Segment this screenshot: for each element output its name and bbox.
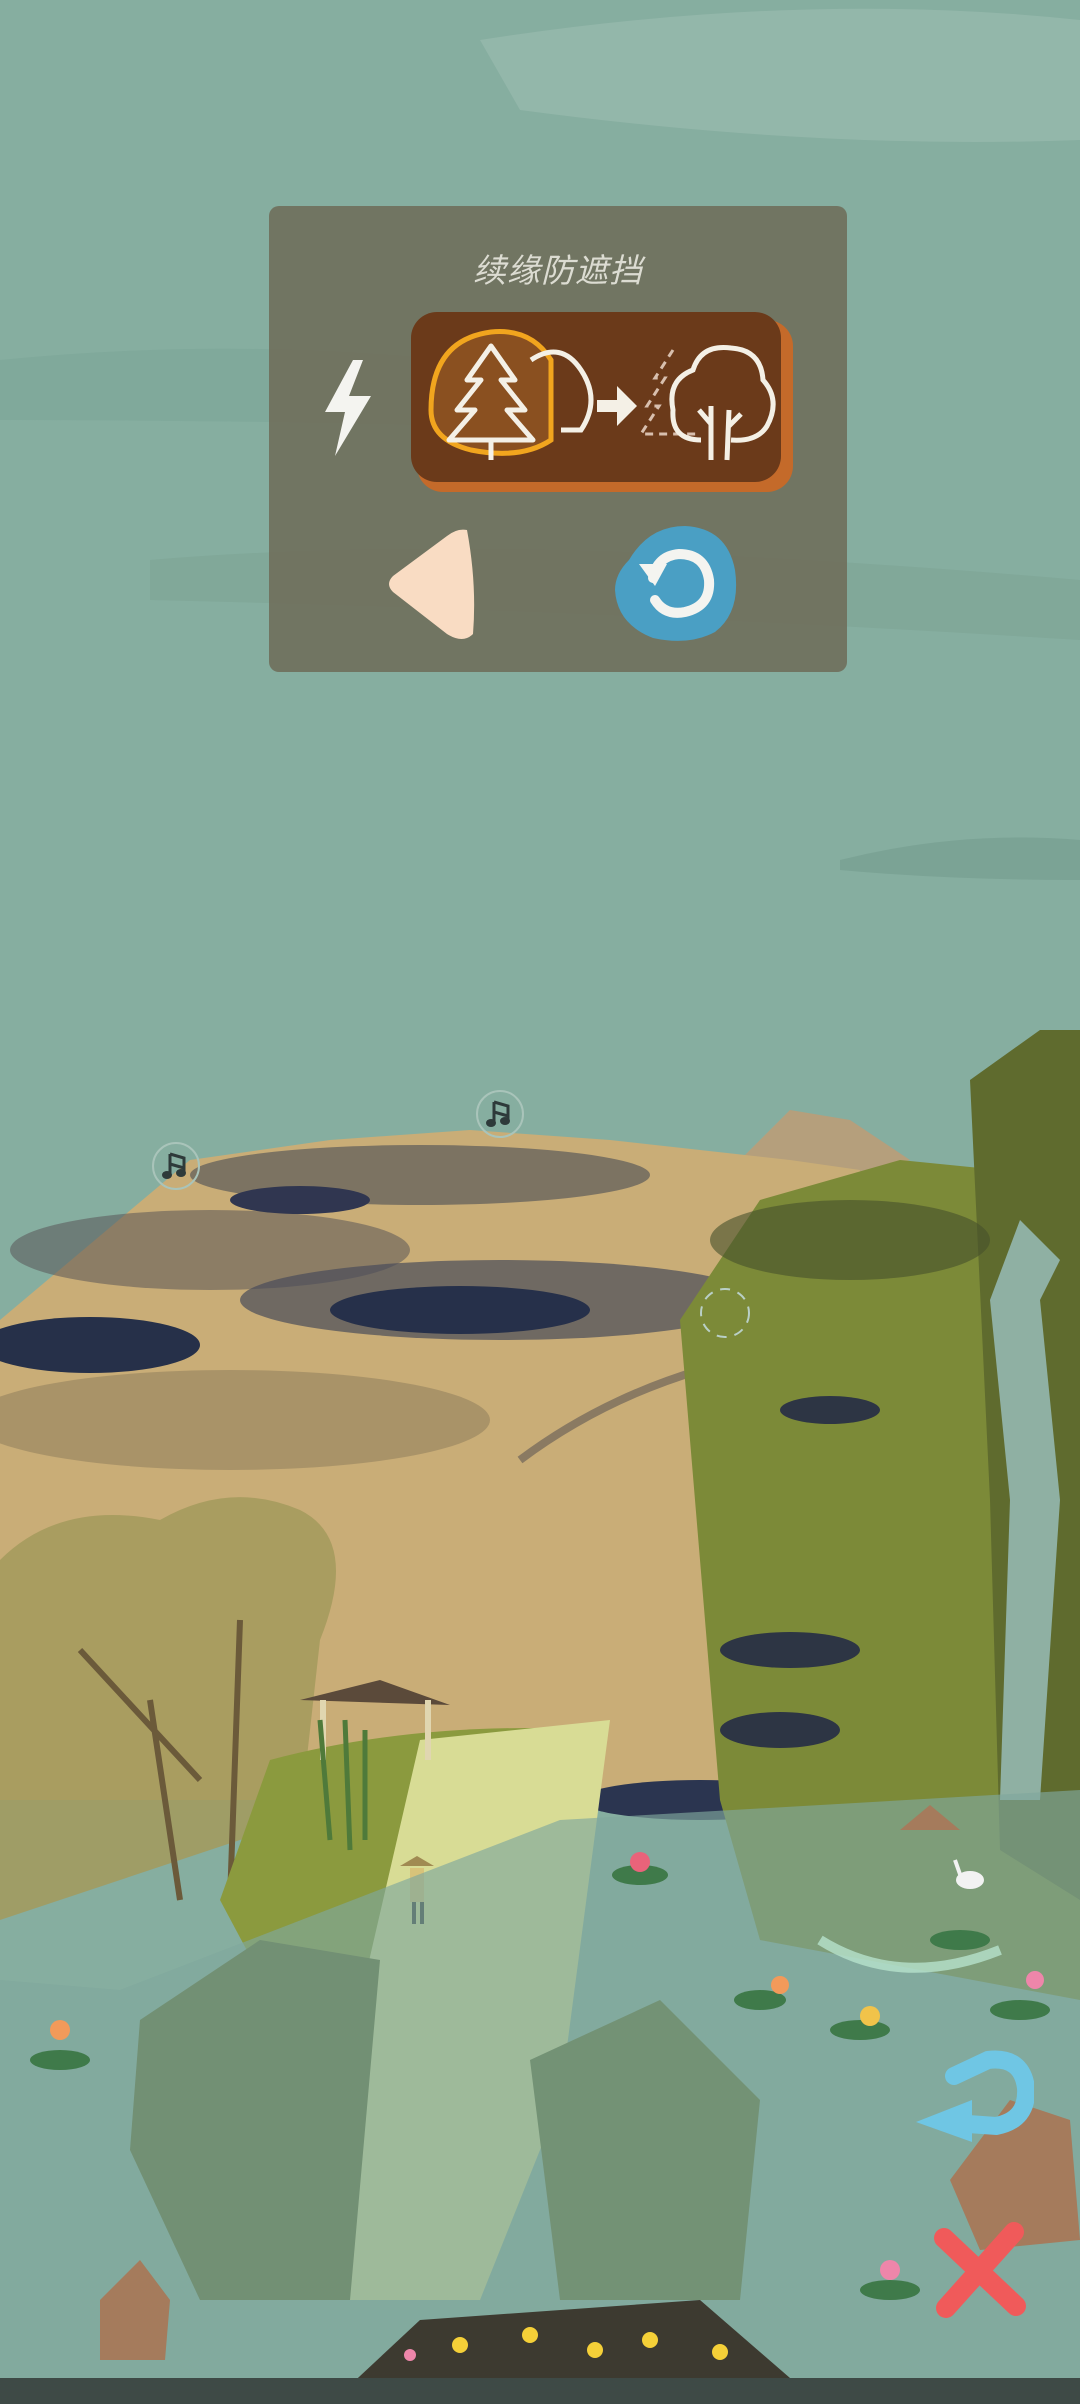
close-x-icon[interactable] bbox=[930, 2220, 1030, 2320]
music-note-icon[interactable] bbox=[474, 1088, 526, 1140]
bottom-navigation-strip bbox=[0, 2378, 1080, 2404]
triangle-left-button[interactable] bbox=[383, 524, 487, 644]
reset-button[interactable] bbox=[609, 520, 743, 646]
return-arrow-icon[interactable] bbox=[910, 2046, 1036, 2146]
panel-title: 续缘防遮挡 bbox=[473, 251, 643, 290]
music-note-icon[interactable] bbox=[150, 1140, 202, 1192]
tree-transparency-toggle-button[interactable] bbox=[411, 310, 795, 494]
anti-occlusion-panel: 续缘防遮挡 bbox=[269, 206, 847, 672]
lightning-bolt-icon bbox=[315, 356, 379, 460]
target-reticle-icon[interactable] bbox=[698, 1286, 752, 1340]
